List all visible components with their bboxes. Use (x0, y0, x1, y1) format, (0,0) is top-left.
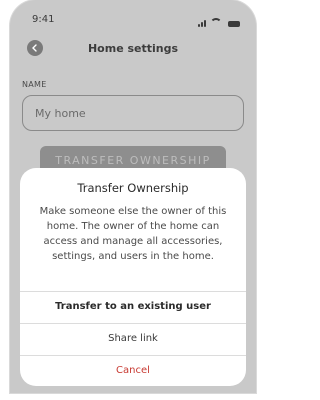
nav-bar: Home settings (10, 36, 256, 64)
name-input-placeholder: My home (35, 106, 86, 120)
transfer-existing-user-button[interactable]: Transfer to an existing user (20, 291, 246, 321)
status-bar: 9:41 (10, 0, 256, 34)
status-icons (198, 15, 240, 27)
sheet-description: Make someone else the owner of this home… (39, 206, 227, 262)
page-title: Home settings (87, 42, 179, 55)
wifi-icon (210, 18, 222, 30)
battery-icon (228, 21, 240, 27)
cancel-button[interactable]: Cancel (20, 355, 246, 385)
share-link-button[interactable]: Share link (20, 323, 246, 353)
transfer-ownership-sheet: Transfer Ownership Make someone else the… (20, 168, 246, 386)
signal-icon (198, 20, 206, 27)
status-time: 9:41 (32, 14, 55, 25)
name-input[interactable]: My home (22, 95, 244, 131)
phone-frame: 9:41 Home settings NAME My home TRANSFER… (10, 0, 256, 393)
name-label: NAME (22, 80, 47, 89)
sheet-title: Transfer Ownership (77, 181, 189, 195)
